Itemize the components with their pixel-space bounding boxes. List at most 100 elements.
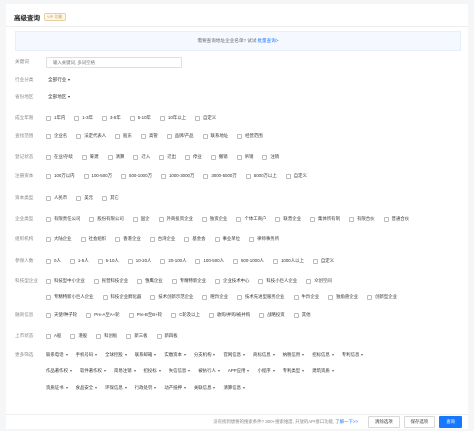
filter-option[interactable]: 人民币 <box>46 195 67 201</box>
checkbox[interactable] <box>249 236 255 242</box>
learn-more-link[interactable]: 了解一下>> <box>335 419 358 424</box>
checkbox[interactable] <box>46 133 51 139</box>
filter-option[interactable]: 筹建 <box>81 154 99 160</box>
filter-option[interactable]: 1-5人 <box>69 258 89 264</box>
filter-option[interactable]: 清算 <box>107 154 124 160</box>
more-filter-dropdown[interactable]: 被执行人 <box>198 368 220 374</box>
checkbox[interactable] <box>203 173 209 179</box>
checkbox[interactable] <box>115 236 121 242</box>
checkbox[interactable] <box>46 216 51 222</box>
checkbox[interactable] <box>133 154 139 160</box>
checkbox[interactable] <box>46 154 51 160</box>
checkbox[interactable] <box>46 278 51 284</box>
checkbox[interactable] <box>236 154 242 160</box>
checkbox[interactable] <box>97 258 103 264</box>
more-filter-dropdown[interactable]: 失信信息 <box>169 368 191 374</box>
checkbox[interactable] <box>312 258 318 264</box>
filter-option[interactable]: 迁出 <box>159 154 176 160</box>
filter-option[interactable]: 3-5年 <box>101 115 121 121</box>
checkbox[interactable] <box>76 133 82 139</box>
checkbox[interactable] <box>195 258 201 264</box>
filter-option[interactable]: 科技小巨人企业 <box>258 278 297 284</box>
filter-option[interactable]: 个体工商户 <box>236 216 266 222</box>
more-filter-dropdown[interactable]: APP应用 <box>228 368 250 374</box>
filter-option[interactable]: 自定义 <box>285 173 307 179</box>
checkbox[interactable] <box>69 258 75 264</box>
checkbox[interactable] <box>81 154 87 160</box>
more-filter-dropdown[interactable]: 软件著作权 <box>80 368 106 374</box>
filter-option[interactable]: A股 <box>46 333 61 339</box>
filter-option[interactable]: 在业/存续 <box>46 154 73 160</box>
filter-option[interactable]: 科技型中小企业 <box>46 278 85 284</box>
more-filter-dropdown[interactable]: 清算信息 <box>223 385 246 391</box>
filter-option[interactable]: 100-500人 <box>195 258 224 264</box>
checkbox[interactable] <box>160 173 166 179</box>
checkbox[interactable] <box>159 154 165 160</box>
filter-option[interactable]: 有限合伙 <box>348 216 375 222</box>
more-filter-dropdown[interactable]: 建筑资质 <box>312 368 334 374</box>
checkbox[interactable] <box>201 216 207 222</box>
filter-option[interactable]: 美元 <box>76 195 93 201</box>
filter-option[interactable]: 战略投资 <box>259 312 285 318</box>
checkbox[interactable] <box>202 133 208 139</box>
more-filter-dropdown[interactable]: 招标信息 <box>312 352 334 358</box>
filter-option[interactable]: 港股 <box>70 333 87 339</box>
checkbox[interactable] <box>46 236 51 242</box>
checkbox[interactable] <box>115 133 121 139</box>
checkbox[interactable] <box>259 312 265 318</box>
filter-option[interactable]: 新四板 <box>156 333 178 339</box>
filter-option[interactable]: Pre-B至B+轮 <box>128 312 162 318</box>
checkbox[interactable] <box>158 216 164 222</box>
checkbox[interactable] <box>101 195 107 201</box>
checkbox[interactable] <box>86 312 92 318</box>
checkbox[interactable] <box>214 236 220 242</box>
more-filter-dropdown[interactable]: 作品著作权 <box>46 368 72 374</box>
checkbox[interactable] <box>171 278 177 284</box>
filter-option[interactable]: 高管 <box>140 133 158 139</box>
more-filter-dropdown[interactable]: 环保信息 <box>105 385 127 391</box>
checkbox[interactable] <box>126 333 132 339</box>
more-filter-dropdown[interactable]: 官网信息 <box>223 352 246 358</box>
filter-option[interactable]: 联系地址 <box>202 133 228 139</box>
checkbox[interactable] <box>215 278 221 284</box>
checkbox[interactable] <box>149 236 155 242</box>
checkbox[interactable] <box>285 173 291 179</box>
filter-option[interactable]: 其他 <box>293 312 310 318</box>
checkbox[interactable] <box>129 115 135 121</box>
filter-option[interactable]: 律师事务所 <box>249 236 279 242</box>
checkbox[interactable] <box>46 173 51 179</box>
filter-option[interactable]: 5000万以上 <box>245 173 277 179</box>
filter-option[interactable]: 独角兽企业 <box>328 294 358 300</box>
checkbox[interactable] <box>328 294 334 300</box>
more-filter-dropdown[interactable]: 行政处罚 <box>135 385 157 391</box>
checkbox[interactable] <box>245 173 251 179</box>
filter-option[interactable]: 停业 <box>184 154 202 160</box>
checkbox[interactable] <box>293 294 299 300</box>
region-select[interactable]: 全部地区 <box>48 94 71 100</box>
filter-option[interactable]: 国企 <box>132 216 150 222</box>
filter-option[interactable]: 品牌/产品 <box>166 133 194 139</box>
filter-option[interactable]: 普通合伙 <box>383 216 409 222</box>
search-button[interactable]: 查询 <box>439 416 462 428</box>
checkbox[interactable] <box>232 258 238 264</box>
checkbox[interactable] <box>93 278 99 284</box>
more-filter-dropdown[interactable]: 简易注销 <box>114 368 136 374</box>
more-filter-dropdown[interactable]: 专利信息 <box>342 352 364 358</box>
checkbox[interactable] <box>127 258 133 264</box>
filter-option[interactable]: 1000人以上 <box>272 258 304 264</box>
more-filter-dropdown[interactable]: 商标信息 <box>253 352 275 358</box>
filter-option[interactable]: 撤销 <box>210 154 228 160</box>
filter-option[interactable]: 1-3年 <box>74 115 93 121</box>
filter-option[interactable]: 新三板 <box>126 333 148 339</box>
filter-option[interactable]: 雏鹰企业 <box>137 278 163 284</box>
checkbox[interactable] <box>262 154 268 160</box>
more-filter-dropdown[interactable]: 招投标 <box>144 368 161 374</box>
checkbox[interactable] <box>46 258 51 264</box>
checkbox[interactable] <box>102 294 108 300</box>
filter-option[interactable]: 法定代表人 <box>76 133 106 139</box>
filter-option[interactable]: 100万以内 <box>46 173 75 179</box>
filter-option[interactable]: 创新型企业 <box>367 294 397 300</box>
checkbox[interactable] <box>160 258 166 264</box>
checkbox[interactable] <box>293 312 299 318</box>
checkbox[interactable] <box>210 154 216 160</box>
